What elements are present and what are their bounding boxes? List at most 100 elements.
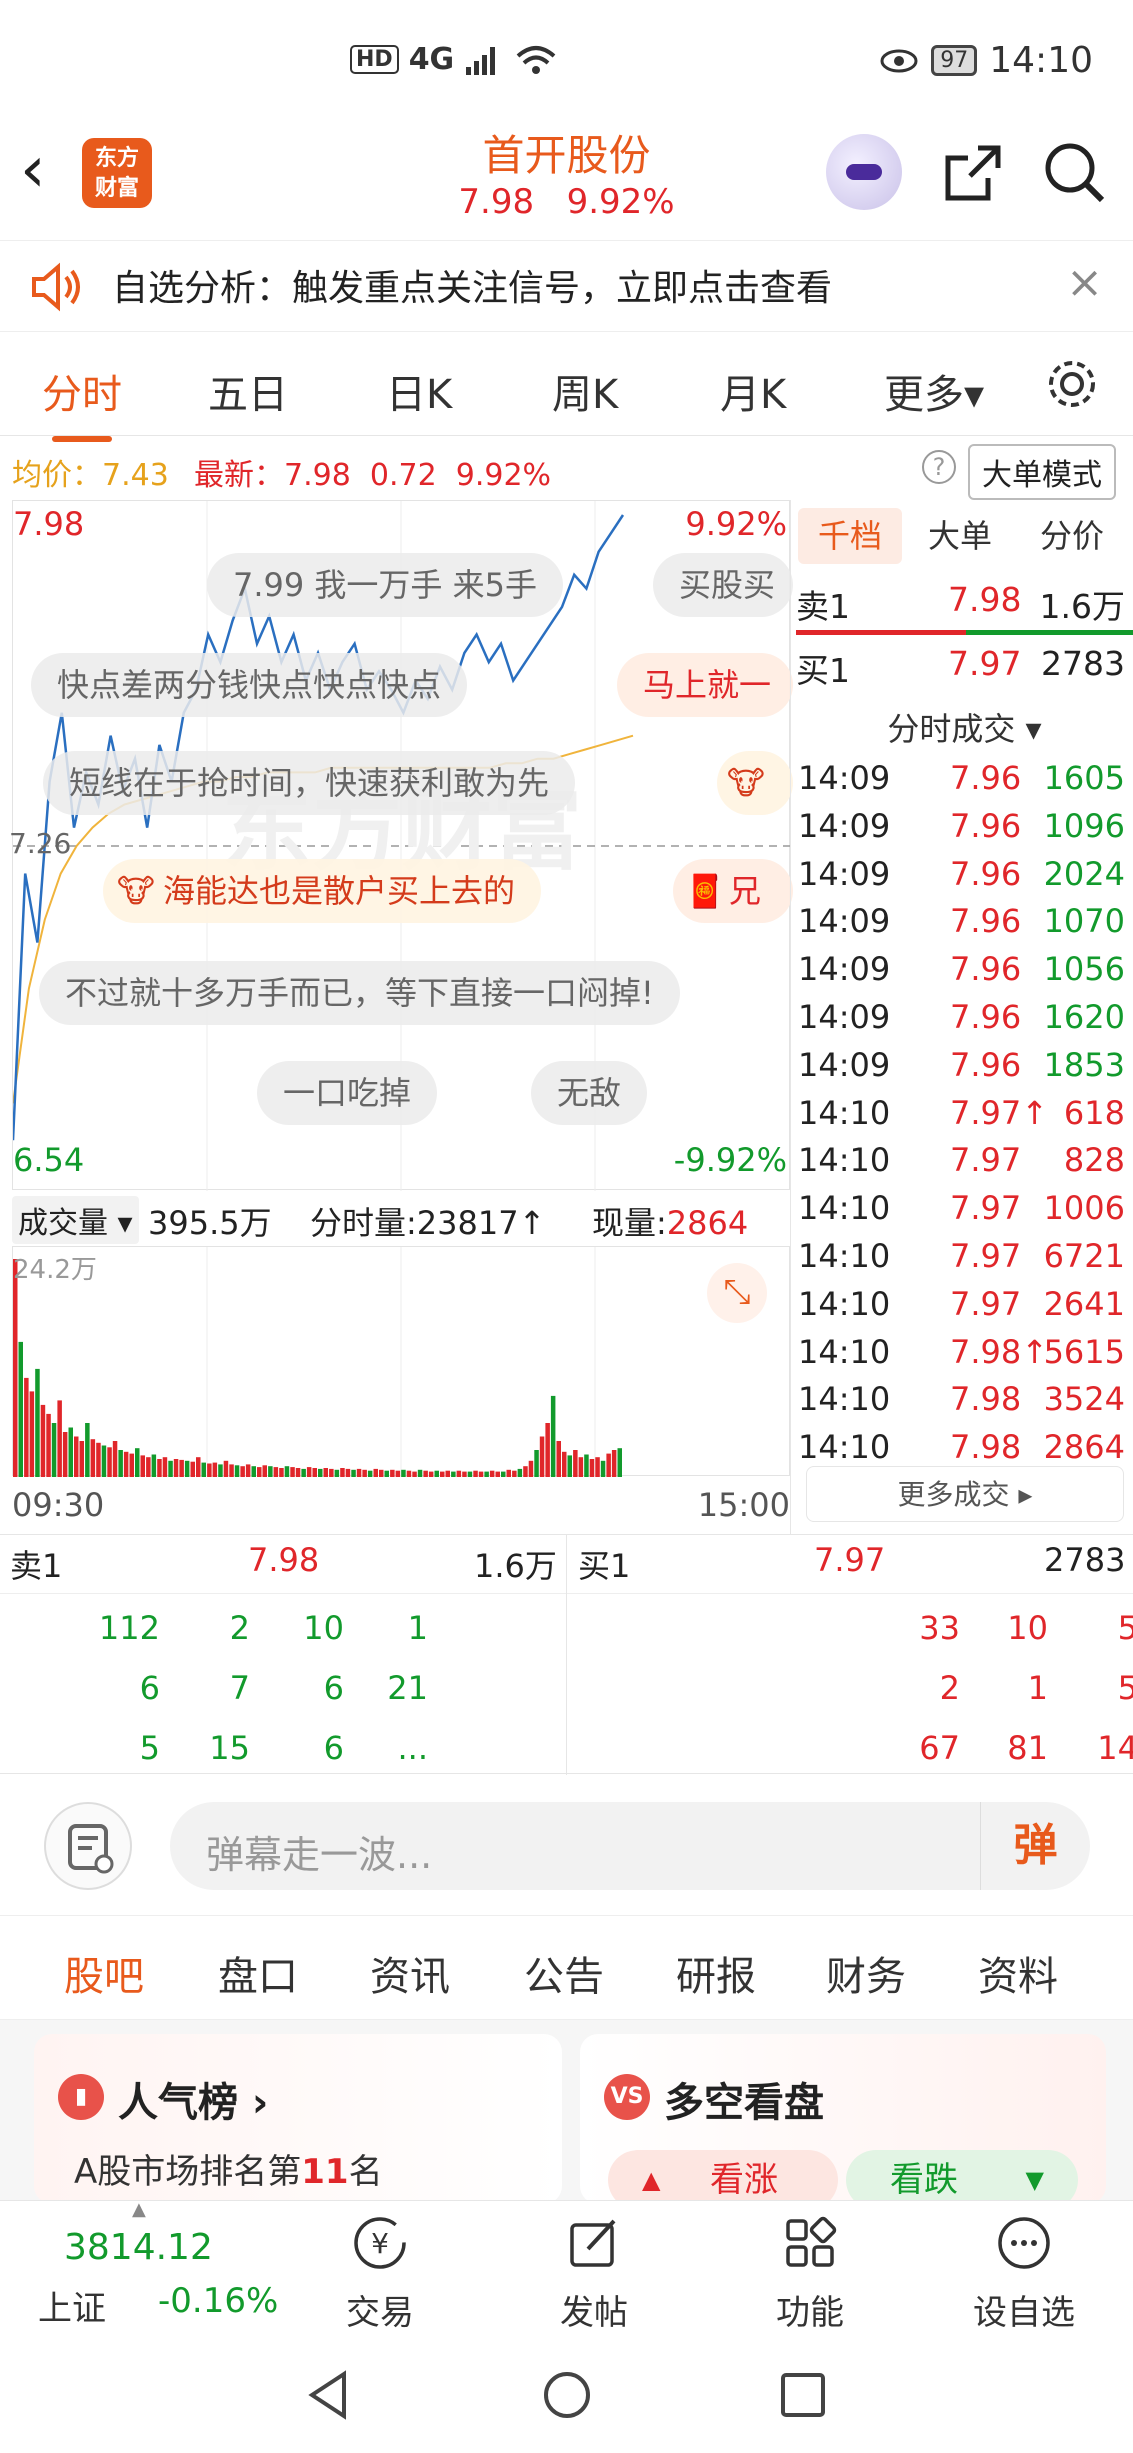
tab-profile[interactable]: 资料 xyxy=(978,1944,1058,2002)
signal-banner[interactable]: 自选分析：触发重点关注信号，立即点击查看 × xyxy=(0,240,1133,332)
tab-monthly-k[interactable]: 月K xyxy=(720,362,786,420)
tab-announcements[interactable]: 公告 xyxy=(524,1944,604,2002)
volume-bar xyxy=(545,1423,550,1477)
recents-square-icon[interactable] xyxy=(780,2372,826,2418)
trade-time: 14:10 xyxy=(798,1332,891,1371)
trade-price: 7.97 xyxy=(950,1284,1022,1323)
volume-bar xyxy=(384,1470,389,1477)
nav-post[interactable]: 发帖 xyxy=(514,2201,674,2337)
volume-bar xyxy=(18,1341,23,1477)
expand-icon[interactable]: ⤡ xyxy=(707,1263,767,1323)
ob-divider xyxy=(566,1535,567,1775)
tab-quote[interactable]: 盘口 xyxy=(218,1944,298,2002)
volume-bar xyxy=(506,1469,511,1477)
market-index[interactable]: ▲ 3814.12 上证 -0.16% xyxy=(0,2199,300,2337)
send-danmu-button[interactable]: 弹 xyxy=(980,1802,1090,1890)
volume-bar xyxy=(312,1468,317,1477)
vote-down-button[interactable]: 看跌 ▼ xyxy=(846,2150,1078,2204)
network-indicators: HD 4G xyxy=(350,42,558,77)
ob-buy-label: 买1 xyxy=(578,1547,631,1585)
share-icon[interactable] xyxy=(938,138,1008,208)
tab-daily-k[interactable]: 日K xyxy=(386,362,452,420)
nav-functions[interactable]: 功能 xyxy=(730,2201,890,2337)
nav-trade[interactable]: ¥ 交易 xyxy=(300,2201,460,2337)
trade-price: 7.96 xyxy=(950,950,1022,989)
volume-bar xyxy=(107,1447,112,1477)
danmu-item[interactable]: 快点差两分钱快点快点快点 xyxy=(31,653,468,717)
tab-intraday[interactable]: 分时 xyxy=(42,362,122,442)
help-icon[interactable]: ? xyxy=(922,450,956,484)
tab-big-orders[interactable]: 大单 xyxy=(928,508,992,564)
trade-volume: 1006 xyxy=(1043,1189,1125,1228)
search-icon[interactable] xyxy=(1040,138,1110,208)
status-bar: HD 4G 97 14:10 xyxy=(0,0,1133,120)
volume-bar xyxy=(262,1465,267,1477)
tab-level-ten[interactable]: 千档 xyxy=(798,508,903,564)
volume-bar xyxy=(534,1450,539,1477)
sell-depth-cell: 1 xyxy=(407,1609,428,1647)
danmu-item[interactable]: 买股买 xyxy=(653,553,793,617)
volume-bar xyxy=(501,1471,506,1477)
assistant-robot-icon[interactable] xyxy=(826,134,902,210)
tab-more[interactable]: 更多▾ xyxy=(884,362,984,420)
feature-cards: ▮ 人气榜 › A股市场排名第11名 VS 多空看盘 ▲ 看涨 看跌 ▼ xyxy=(0,2020,1133,2204)
ob-sell-vol: 1.6万 xyxy=(474,1547,557,1585)
volume-bar xyxy=(434,1470,439,1477)
volume-bar xyxy=(478,1471,484,1477)
danmu-item[interactable]: 一口吃掉 xyxy=(257,1061,438,1125)
danmu-item[interactable]: 7.99 我一万手 来5手 xyxy=(207,553,563,617)
trade-time: 14:10 xyxy=(798,1380,891,1419)
tab-weekly-k[interactable]: 周K xyxy=(552,362,618,420)
price-info-row: 均价：7.43 最新：7.98 0.72 9.92% ? 大单模式 xyxy=(0,436,1133,500)
gear-icon[interactable] xyxy=(1044,356,1100,412)
volume-dropdown[interactable]: 成交量 ▾ xyxy=(12,1196,139,1244)
trade-row: 14:09 7.96 1056 xyxy=(796,946,1133,994)
intraday-chart[interactable]: 东方财富 7.98 9.92% 7.26 6.54 -9.92% 7.99 我一… xyxy=(9,500,793,1191)
volume-bar xyxy=(617,1448,622,1477)
sell-depth-cell: ... xyxy=(397,1729,428,1767)
danmu-item[interactable]: 无敌 xyxy=(531,1061,648,1125)
nav-add-watchlist[interactable]: 设自选 xyxy=(944,2201,1104,2337)
buy-depth-cell: 5 xyxy=(1118,1609,1133,1647)
volume-bar xyxy=(273,1467,279,1477)
volume-bar xyxy=(367,1470,373,1477)
trade-volume: 1056 xyxy=(1043,950,1125,989)
volume-bar xyxy=(606,1453,611,1477)
danmu-item[interactable]: 不过就十多万手而已，等下直接一口闷掉! xyxy=(39,961,680,1025)
trade-volume: 2024 xyxy=(1043,854,1125,893)
tab-forum[interactable]: 股吧 xyxy=(64,1944,144,2026)
danmu-input[interactable]: 弹幕走一波... 弹 xyxy=(170,1802,1090,1890)
volume-bar xyxy=(484,1471,489,1477)
danmu-item[interactable]: 🧧 兄 xyxy=(673,859,793,923)
danmu-item[interactable]: 马上就一 xyxy=(617,653,793,717)
note-settings-icon[interactable] xyxy=(44,1802,132,1890)
volume-bar xyxy=(440,1471,445,1477)
min-price-label: 6.54 xyxy=(13,1141,85,1179)
battery-icon: 97 xyxy=(931,45,978,76)
trade-time: 14:10 xyxy=(798,1236,891,1275)
home-circle-icon[interactable] xyxy=(542,2370,592,2420)
more-trades-button[interactable]: 更多成交 ▸ xyxy=(806,1466,1124,1522)
trade-row: 14:09 7.96 1070 xyxy=(796,898,1133,946)
big-order-mode-button[interactable]: 大单模式 xyxy=(968,444,1116,500)
tab-price-distribution[interactable]: 分价 xyxy=(1040,508,1104,564)
content-tabs: 股吧 盘口 资讯 公告 研报 财务 资料 xyxy=(0,1916,1133,2026)
tab-five-day[interactable]: 五日 xyxy=(208,362,288,420)
volume-bar xyxy=(13,1259,18,1477)
vote-up-button[interactable]: ▲ 看涨 xyxy=(608,2150,838,2204)
volume-bar xyxy=(62,1432,68,1477)
close-icon[interactable]: × xyxy=(1066,257,1103,308)
popularity-card[interactable]: ▮ 人气榜 › A股市场排名第11名 xyxy=(34,2034,562,2204)
long-short-card[interactable]: VS 多空看盘 ▲ 看涨 看跌 ▼ xyxy=(580,2034,1106,2204)
trades-title[interactable]: 分时成交 ▾ xyxy=(796,704,1133,750)
trade-row: 14:10 7.97 2641 xyxy=(796,1281,1133,1329)
danmu-item[interactable]: 🐮 海能达也是散户买上去的 xyxy=(103,859,542,923)
tab-research[interactable]: 研报 xyxy=(676,1944,756,2002)
danmu-avatar[interactable]: 🐮 xyxy=(717,751,793,815)
tab-finance[interactable]: 财务 xyxy=(826,1944,906,2002)
trade-price: 7.98 xyxy=(950,1428,1022,1467)
volume-bar xyxy=(467,1471,473,1477)
back-triangle-icon[interactable] xyxy=(306,2370,350,2420)
danmu-item[interactable]: 短线在于抢时间，快速获利敢为先 xyxy=(43,751,576,815)
tab-news[interactable]: 资讯 xyxy=(370,1944,450,2002)
